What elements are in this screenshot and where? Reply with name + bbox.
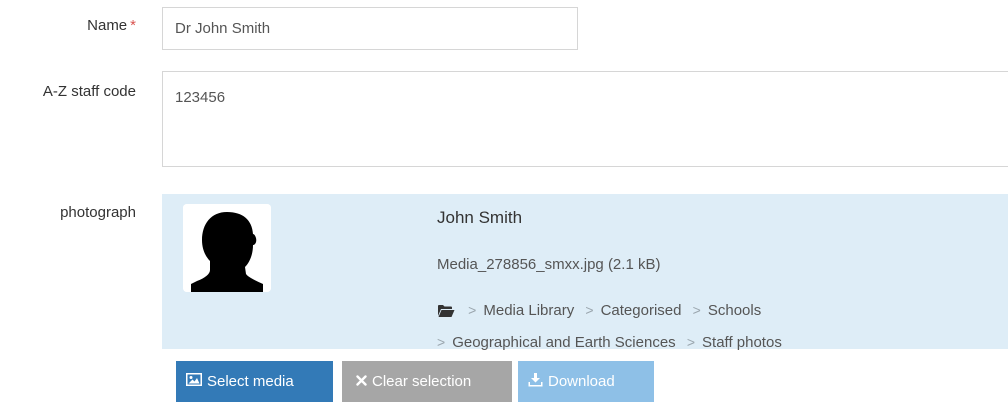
folder-open-icon: [437, 300, 455, 328]
media-title: John Smith: [437, 208, 523, 227]
photo-thumbnail[interactable]: [183, 204, 271, 292]
staff-code-label: A-Z staff code: [42, 83, 136, 100]
chevron-right-icon: >: [468, 302, 477, 318]
download-label: Download: [548, 373, 615, 390]
breadcrumb-geographical-earth-sciences[interactable]: Geographical and Earth Sciences: [452, 334, 675, 351]
breadcrumb-media-library[interactable]: Media Library: [483, 302, 574, 319]
times-icon: [356, 373, 367, 390]
image-icon: [186, 373, 202, 390]
clear-selection-label: Clear selection: [372, 373, 472, 390]
chevron-right-icon: >: [585, 302, 594, 318]
staff-edit-form: Name* A-Z staff code 123456 photograph J…: [0, 0, 1008, 402]
required-marker: *: [130, 17, 136, 34]
media-filename: Media_278856_smxx.jpg (2.1 kB): [437, 256, 661, 273]
breadcrumb-staff-photos[interactable]: Staff photos: [702, 334, 782, 351]
media-path-breadcrumb: > Media Library > Categorised > Schools > Ge…: [437, 296, 997, 357]
staff-code-input[interactable]: 123456: [162, 71, 1008, 167]
select-media-label: Select media: [207, 373, 294, 390]
name-label-text: Name: [87, 17, 128, 34]
chevron-right-icon: >: [437, 334, 446, 350]
name-label: Name *: [87, 17, 136, 34]
breadcrumb-categorised[interactable]: Categorised: [601, 302, 682, 319]
photograph-label: photograph: [60, 204, 136, 221]
breadcrumb-schools[interactable]: Schools: [708, 302, 761, 319]
selected-media-panel: John Smith Media_278856_smxx.jpg (2.1 kB…: [162, 194, 1008, 351]
silhouette-image: [183, 204, 271, 292]
chevron-right-icon: >: [692, 302, 701, 318]
clear-selection-button[interactable]: Clear selection: [342, 361, 512, 402]
name-input[interactable]: [162, 7, 578, 50]
download-icon: [528, 372, 543, 391]
select-media-button[interactable]: Select media: [176, 361, 333, 402]
download-button[interactable]: Download: [518, 361, 654, 402]
chevron-right-icon: >: [686, 334, 696, 350]
